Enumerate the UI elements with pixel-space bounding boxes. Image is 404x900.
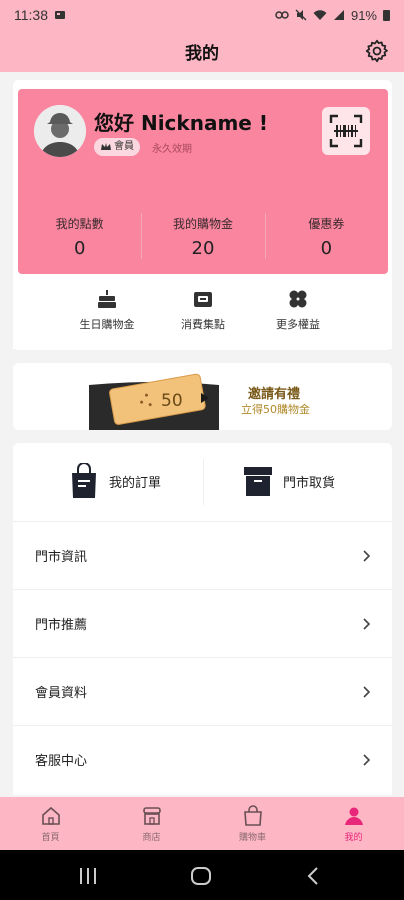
banner-subtitle: 立得50購物金 <box>241 403 310 416</box>
store-icon <box>142 807 161 825</box>
invite-banner[interactable]: 50 邀請有禮 立得50購物金 <box>13 363 392 430</box>
wifi-icon <box>313 10 327 20</box>
stat-coupons[interactable]: 優惠券 0 <box>264 209 388 264</box>
menu-item-label: 門市推薦 <box>35 618 88 633</box>
mute-icon <box>295 9 307 21</box>
menu-store-recommend[interactable]: 門市推薦 <box>13 589 392 657</box>
banner-title: 邀請有禮 <box>248 387 301 402</box>
battery-icon <box>383 10 390 21</box>
stat-shopping-credit-label: 我的購物金 <box>172 217 233 231</box>
system-navigation-bar <box>0 850 404 900</box>
quick-action-label: 消費集點 <box>181 318 225 331</box>
my-orders-button[interactable]: 我的訂單 <box>69 463 161 499</box>
avatar[interactable] <box>34 105 86 157</box>
back-icon[interactable] <box>306 867 320 885</box>
tab-label: 商店 <box>142 833 161 843</box>
tab-label: 首頁 <box>41 833 60 843</box>
member-card: 您好 Nickname ! 會員 永久效期 我的點數 0 我的購物金 20 優惠… <box>18 89 388 274</box>
quick-action-stamp-points[interactable]: 消費集點 <box>163 288 243 332</box>
battery-level: 91% <box>350 7 377 23</box>
menu-item-label: 門市資訊 <box>35 550 88 565</box>
tab-profile[interactable]: 我的 <box>303 797 404 850</box>
chevron-right-icon <box>363 617 370 630</box>
menu-store-info[interactable]: 門市資訊 <box>13 521 392 589</box>
stat-shopping-credit[interactable]: 我的購物金 20 <box>141 209 264 264</box>
cart-bag-icon <box>243 805 262 826</box>
tab-label: 我的 <box>344 833 363 843</box>
recents-icon[interactable] <box>78 867 98 885</box>
page-header: 我的 <box>0 30 404 72</box>
tab-store[interactable]: 商店 <box>101 797 202 850</box>
chevron-right-icon <box>363 549 370 562</box>
barcode-scan-button[interactable] <box>322 107 370 155</box>
gift-ticket-illustration: 50 <box>89 373 219 430</box>
signal-icon <box>333 10 344 20</box>
barcode-scan-icon <box>329 114 363 148</box>
store-pickup-label: 門市取貨 <box>283 475 336 491</box>
bottom-tab-bar: 首頁 商店 購物車 我的 <box>0 797 404 850</box>
home-circle-icon[interactable] <box>190 867 212 885</box>
membership-validity: 永久效期 <box>152 144 192 155</box>
clover-icon <box>289 290 307 308</box>
status-bar: 11:38 91% <box>0 0 404 30</box>
my-orders-label: 我的訂單 <box>109 475 162 491</box>
box-icon <box>244 467 272 496</box>
stamp-icon <box>194 292 212 307</box>
ticket-value: 50 <box>161 391 183 411</box>
person-icon <box>344 807 363 825</box>
cake-icon <box>98 290 116 308</box>
menu-item-label: 客服中心 <box>35 754 88 769</box>
home-icon <box>41 806 60 825</box>
tab-home[interactable]: 首頁 <box>0 797 101 850</box>
stat-shopping-credit-value: 20 <box>191 238 215 259</box>
chevron-right-icon <box>363 685 370 698</box>
quick-action-birthday-credit[interactable]: 生日購物金 <box>67 288 147 332</box>
quick-actions: 生日購物金 消費集點 更多權益 <box>13 274 392 349</box>
quick-action-more-benefits[interactable]: 更多權益 <box>258 288 338 332</box>
store-pickup-button[interactable]: 門市取貨 <box>243 463 335 499</box>
stat-points-label: 我的點數 <box>55 217 104 231</box>
greeting-text: 您好 Nickname ! <box>94 111 268 135</box>
link-icon <box>275 11 289 19</box>
stat-points-value: 0 <box>73 238 86 259</box>
menu-customer-service[interactable]: 客服中心 <box>13 725 392 793</box>
member-stats: 我的點數 0 我的購物金 20 優惠券 0 <box>18 209 388 264</box>
stat-points[interactable]: 我的點數 0 <box>18 209 141 264</box>
menu-member-profile[interactable]: 會員資料 <box>13 657 392 725</box>
menu-item-label: 會員資料 <box>35 686 88 701</box>
page-title: 我的 <box>185 43 219 64</box>
status-time: 11:38 <box>14 7 48 23</box>
stat-coupons-value: 0 <box>320 238 333 259</box>
quick-action-label: 生日購物金 <box>79 318 135 331</box>
crown-icon <box>101 143 111 150</box>
avatar-person-icon <box>34 105 86 157</box>
tab-cart[interactable]: 購物車 <box>202 797 303 850</box>
member-badge: 會員 <box>94 138 140 156</box>
stat-coupons-label: 優惠券 <box>308 217 345 231</box>
quick-action-label: 更多權益 <box>276 318 320 331</box>
chevron-right-icon <box>363 753 370 766</box>
orders-and-menu: 我的訂單 門市取貨 門市資訊 門市推薦 會員資料 客服中心 <box>13 443 392 795</box>
order-divider <box>203 459 204 505</box>
member-badge-label: 會員 <box>114 141 134 152</box>
notification-icon <box>55 11 65 19</box>
tab-label: 購物車 <box>238 833 266 843</box>
order-shortcuts: 我的訂單 門市取貨 <box>13 443 392 521</box>
settings-gear-icon[interactable] <box>364 38 390 64</box>
shopping-bag-icon <box>72 463 96 498</box>
